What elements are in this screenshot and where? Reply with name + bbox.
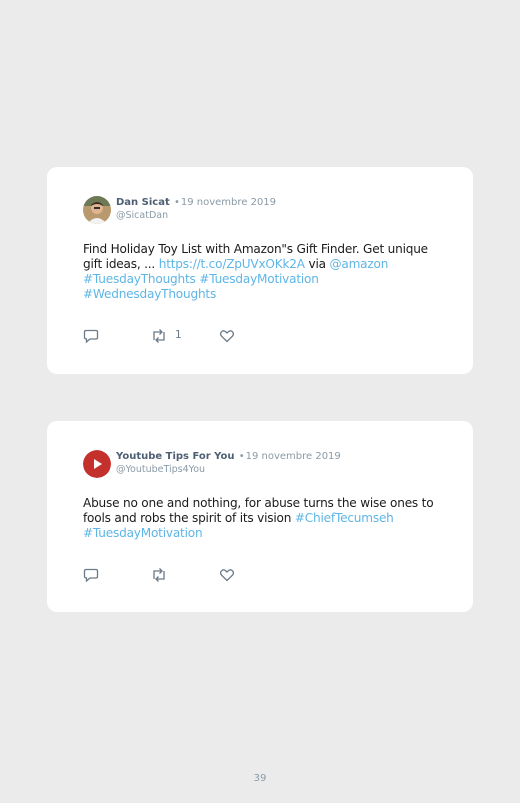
separator: • [238,451,245,462]
tweet-header: Dan Sicat •19 novembre 2019 [116,197,276,208]
avatar[interactable] [83,450,111,478]
retweet-count: 1 [175,329,182,341]
author-name[interactable]: Dan Sicat [116,197,170,208]
hashtag-link[interactable]: #TuesdayThoughts [83,272,196,286]
hashtag-link[interactable]: #ChiefTecumseh [295,511,394,525]
author-handle[interactable]: @SicatDan [116,210,168,221]
retweet-icon[interactable] [150,328,168,348]
person-photo-icon [83,196,111,224]
tweet-card: Dan Sicat •19 novembre 2019 @SicatDan Fi… [47,167,473,374]
tweet-text: Find Holiday Toy List with Amazon"s Gift… [83,242,443,302]
youtube-play-icon [83,450,111,478]
reply-icon[interactable] [83,567,99,587]
retweet-icon[interactable] [150,567,168,587]
hashtag-link[interactable]: #TuesdayMotivation [199,272,319,286]
tweet-text: Abuse no one and nothing, for abuse turn… [83,496,443,541]
heart-icon[interactable] [219,567,235,587]
tweet-actions: 1 [83,328,283,346]
hashtag-link[interactable]: #WednesdayThoughts [83,287,216,301]
tweet-text-part: via [304,257,330,271]
heart-icon[interactable] [219,328,235,348]
tweet-date[interactable]: 19 novembre 2019 [181,197,276,208]
hashtag-link[interactable]: #TuesdayMotivation [83,526,203,540]
tweet-link[interactable]: https://t.co/ZpUVxOKk2A [159,257,305,271]
mention-link[interactable]: @amazon [329,257,388,271]
tweet-header: Youtube Tips For You •19 novembre 2019 [116,451,341,462]
avatar[interactable] [83,196,111,224]
separator: • [173,197,180,208]
author-handle[interactable]: @YoutubeTips4You [116,464,205,475]
tweet-actions [83,567,283,585]
page-number: 39 [253,773,267,784]
author-name[interactable]: Youtube Tips For You [116,451,235,462]
reply-icon[interactable] [83,328,99,348]
tweet-date[interactable]: 19 novembre 2019 [246,451,341,462]
tweet-card: Youtube Tips For You •19 novembre 2019 @… [47,421,473,612]
